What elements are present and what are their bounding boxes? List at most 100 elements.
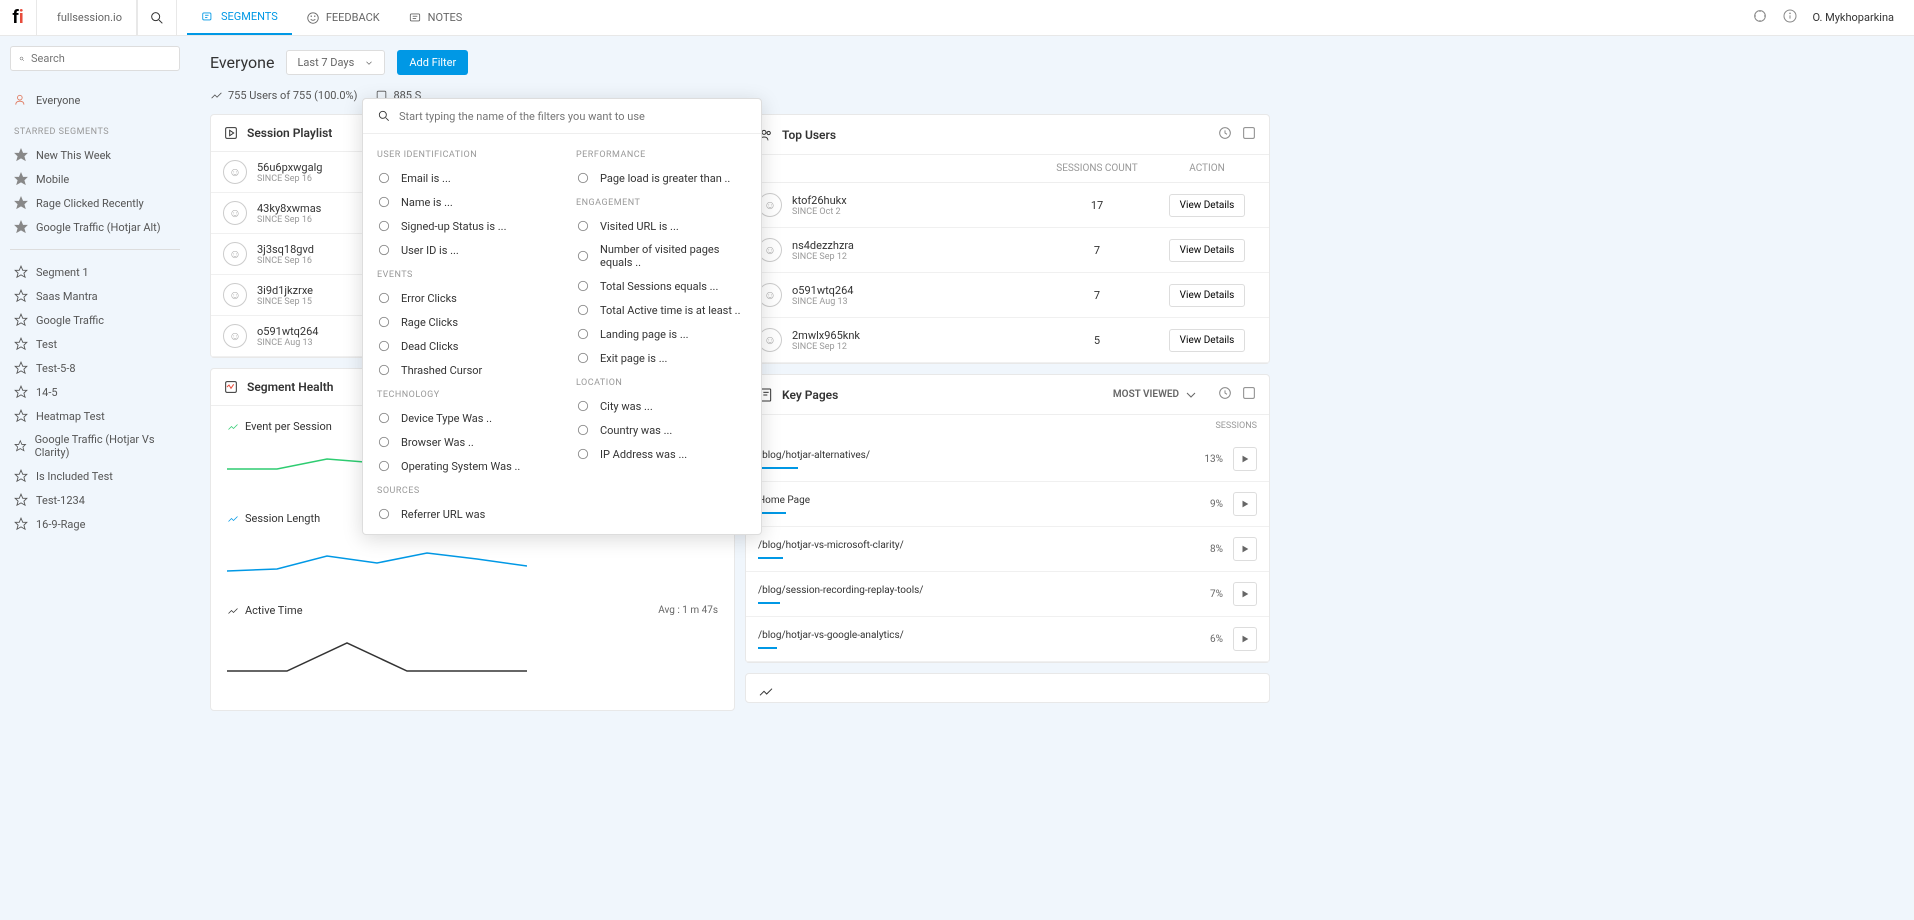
view-details-button[interactable]: View Details: [1169, 284, 1246, 307]
view-details-button[interactable]: View Details: [1169, 329, 1246, 352]
sidebar-segment-item[interactable]: Test-1234: [10, 488, 180, 512]
filter-option[interactable]: Landing page is ...: [576, 322, 747, 346]
avatar: ☺: [223, 201, 247, 225]
expand-icon[interactable]: [1241, 385, 1257, 404]
global-search-button[interactable]: [137, 0, 177, 36]
sidebar-segment-item[interactable]: Test-5-8: [10, 356, 180, 380]
tab-feedback[interactable]: FEEDBACK: [292, 0, 394, 35]
filter-item-icon: [576, 399, 590, 413]
play-icon: [1240, 499, 1250, 509]
notes-icon: [408, 11, 422, 25]
filter-option[interactable]: IP Address was ...: [576, 442, 747, 466]
sidebar-everyone[interactable]: Everyone: [10, 87, 180, 113]
sidebar-starred-item[interactable]: Google Traffic (Hotjar Alt): [10, 215, 180, 239]
filter-option[interactable]: Country was ...: [576, 418, 747, 442]
filter-option[interactable]: Total Sessions equals ...: [576, 274, 747, 298]
view-details-button[interactable]: View Details: [1169, 239, 1246, 262]
filter-option[interactable]: Email is ...: [377, 166, 548, 190]
chevron-down-icon: [1183, 387, 1199, 403]
play-button[interactable]: [1233, 537, 1257, 561]
key-page-row: /blog/hotjar-vs-microsoft-clarity/ 8%: [746, 527, 1269, 572]
sidebar-search-input[interactable]: [31, 52, 171, 65]
filter-option[interactable]: Rage Clicks: [377, 310, 548, 334]
info-icon[interactable]: [1782, 8, 1798, 27]
sidebar-segment-item[interactable]: Google Traffic (Hotjar Vs Clarity): [10, 428, 180, 464]
sidebar-segment-item[interactable]: 16-9-Rage: [10, 512, 180, 536]
star-icon: [14, 493, 28, 507]
filter-option[interactable]: User ID is ...: [377, 238, 548, 262]
user-name[interactable]: O. Mykhoparkina: [1812, 11, 1894, 24]
play-icon: [1240, 634, 1250, 644]
logo: fi: [0, 0, 36, 36]
star-icon: [14, 313, 28, 327]
history-icon[interactable]: [1217, 125, 1233, 144]
notifications-icon[interactable]: [1752, 8, 1768, 27]
filter-item-icon: [377, 315, 391, 329]
sidebar-divider: [10, 249, 180, 250]
key-page-row: /blog/hotjar-vs-google-analytics/ 6%: [746, 617, 1269, 662]
sparkline-chart: [227, 623, 527, 673]
sidebar-segment-item[interactable]: 14-5: [10, 380, 180, 404]
playlist-icon: [223, 125, 239, 141]
play-icon: [1240, 454, 1250, 464]
play-button[interactable]: [1233, 627, 1257, 651]
view-details-button[interactable]: View Details: [1169, 194, 1246, 217]
play-button[interactable]: [1233, 447, 1257, 471]
star-icon: [14, 361, 28, 375]
filter-item-icon: [377, 171, 391, 185]
filter-option[interactable]: Thrashed Cursor: [377, 358, 548, 382]
key-pages-sort[interactable]: MOST VIEWED: [1113, 387, 1199, 403]
key-pages-card: Key Pages MOST VIEWED SESSIONS /blog/hot…: [745, 374, 1270, 663]
key-page-row: /blog/hotjar-alternatives/ 13%: [746, 437, 1269, 482]
avatar: ☺: [223, 160, 247, 184]
sidebar-search[interactable]: [10, 46, 180, 71]
filter-option[interactable]: Dead Clicks: [377, 334, 548, 358]
expand-icon[interactable]: [1241, 125, 1257, 144]
filter-option[interactable]: Number of visited pages equals ..: [576, 238, 747, 274]
filter-option[interactable]: Visited URL is ...: [576, 214, 747, 238]
key-page-row: /blog/session-recording-replay-tools/ 7%: [746, 572, 1269, 617]
sidebar-segment-item[interactable]: Segment 1: [10, 260, 180, 284]
play-icon: [1240, 589, 1250, 599]
star-filled-icon: [14, 148, 28, 162]
filter-option[interactable]: Device Type Was ..: [377, 406, 548, 430]
sidebar-segment-item[interactable]: Saas Mantra: [10, 284, 180, 308]
filter-option[interactable]: Signed-up Status is ...: [377, 214, 548, 238]
sidebar-segment-item[interactable]: Google Traffic: [10, 308, 180, 332]
filter-option[interactable]: Page load is greater than ..: [576, 166, 747, 190]
tab-notes[interactable]: NOTES: [394, 0, 477, 35]
starred-label: STARRED SEGMENTS: [14, 127, 180, 137]
sidebar-segment-item[interactable]: Is Included Test: [10, 464, 180, 488]
health-metric: Active TimeAvg : 1 m 47s: [227, 604, 718, 676]
filter-search-input[interactable]: [399, 110, 747, 123]
sidebar-starred-item[interactable]: Rage Clicked Recently: [10, 191, 180, 215]
filter-option[interactable]: Referrer URL was: [377, 502, 548, 526]
users-stat: 755 Users of 755 (100.0%): [210, 89, 357, 102]
filter-group-label: SOURCES: [377, 486, 548, 496]
chart-icon: [210, 89, 223, 102]
site-selector[interactable]: fullsession.io: [36, 0, 137, 35]
filter-option[interactable]: City was ...: [576, 394, 747, 418]
top-user-row: ☺ns4dezzhzraSINCE Sep 12 7 View Details: [746, 228, 1269, 273]
filter-option[interactable]: Error Clicks: [377, 286, 548, 310]
history-icon[interactable]: [1217, 385, 1233, 404]
segments-icon: [201, 10, 215, 24]
sidebar-starred-item[interactable]: Mobile: [10, 167, 180, 191]
metric-icon: [227, 421, 239, 433]
top-user-row: ☺ktof26hukxSINCE Oct 2 17 View Details: [746, 183, 1269, 228]
play-button[interactable]: [1233, 492, 1257, 516]
sidebar-segment-item[interactable]: Heatmap Test: [10, 404, 180, 428]
filter-option[interactable]: Operating System Was ..: [377, 454, 548, 478]
tab-segments[interactable]: SEGMENTS: [187, 0, 292, 35]
play-button[interactable]: [1233, 582, 1257, 606]
avatar: ☺: [223, 324, 247, 348]
filter-option[interactable]: Browser Was ..: [377, 430, 548, 454]
filter-group-label: USER IDENTIFICATION: [377, 150, 548, 160]
filter-option[interactable]: Total Active time is at least ..: [576, 298, 747, 322]
filter-option[interactable]: Exit page is ...: [576, 346, 747, 370]
sidebar-starred-item[interactable]: New This Week: [10, 143, 180, 167]
add-filter-button[interactable]: Add Filter: [397, 50, 468, 75]
filter-option[interactable]: Name is ...: [377, 190, 548, 214]
date-range-select[interactable]: Last 7 Days: [286, 50, 385, 75]
sidebar-segment-item[interactable]: Test: [10, 332, 180, 356]
